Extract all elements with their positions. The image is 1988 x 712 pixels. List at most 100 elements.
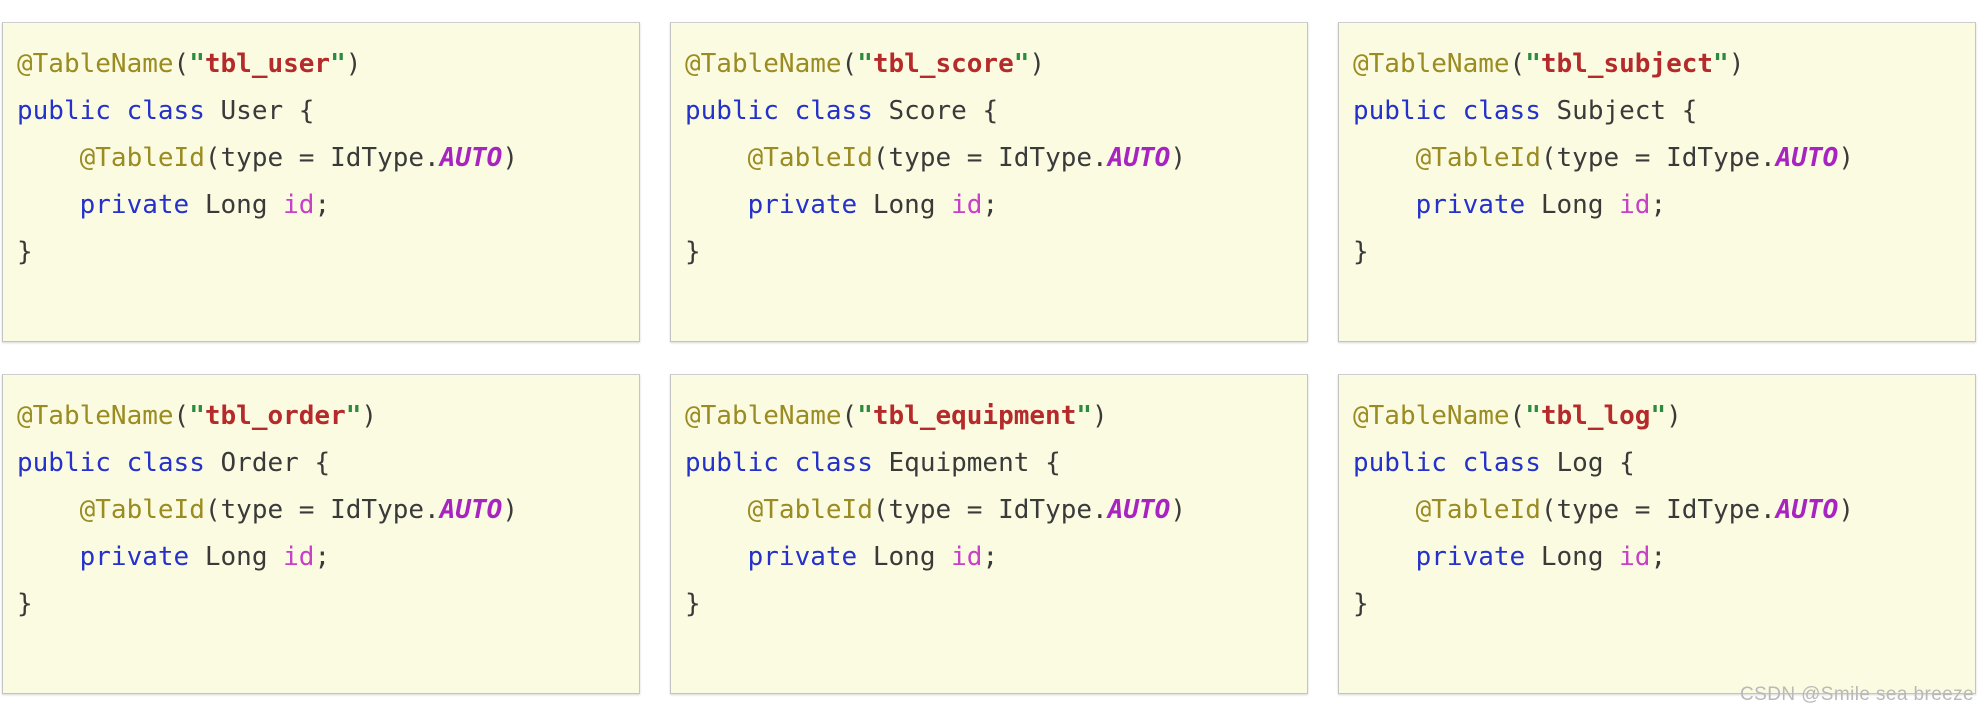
code-line-table-name-annotation: @TableName("tbl_log") xyxy=(1353,393,1961,440)
close-brace: } xyxy=(685,589,701,619)
keyword-private: private xyxy=(747,542,858,572)
open-paren: ( xyxy=(872,143,889,173)
field-type-value: Long xyxy=(204,190,268,220)
code-line-table-id-annotation: @TableId(type = IdType.AUTO) xyxy=(17,135,625,182)
keyword-private: private xyxy=(1415,542,1526,572)
equals-sign: = xyxy=(283,143,331,173)
quote-close: " xyxy=(330,49,346,79)
dot: . xyxy=(1760,495,1776,525)
open-paren: ( xyxy=(204,495,221,525)
semicolon: ; xyxy=(1650,190,1667,220)
code-line-field-declaration: private Long id; xyxy=(1353,534,1961,581)
code-line-class-declaration: public class Equipment { xyxy=(685,440,1293,487)
class-name-value: Log xyxy=(1556,448,1604,478)
keyword-class: class xyxy=(126,448,205,478)
close-brace: } xyxy=(1353,589,1369,619)
code-card-tbl-user: @TableName("tbl_user") public class User… xyxy=(2,22,640,342)
code-line-field-declaration: private Long id; xyxy=(1353,182,1961,229)
keyword-class: class xyxy=(1462,448,1541,478)
open-paren: ( xyxy=(173,401,190,431)
close-paren: ) xyxy=(502,143,518,173)
equals-sign: = xyxy=(283,495,331,525)
quote-close: " xyxy=(1013,49,1030,79)
class-name-value: Score xyxy=(888,96,967,126)
open-paren: ( xyxy=(204,143,221,173)
close-paren: ) xyxy=(502,495,518,525)
quote-open: " xyxy=(857,49,873,79)
open-paren: ( xyxy=(173,49,190,79)
keyword-class: class xyxy=(1462,96,1541,126)
code-line-class-declaration: public class Subject { xyxy=(1353,88,1961,135)
code-line-table-id-annotation: @TableId(type = IdType.AUTO) xyxy=(685,135,1293,182)
field-name-value: id xyxy=(283,542,315,572)
field-name-value: id xyxy=(283,190,315,220)
field-type-value: Long xyxy=(1540,190,1604,220)
annotation-name: @TableId xyxy=(79,143,205,173)
annotation-name: @TableId xyxy=(1415,143,1541,173)
code-line-field-declaration: private Long id; xyxy=(17,182,625,229)
keyword-public: public xyxy=(17,96,111,126)
quote-close: " xyxy=(1076,401,1093,431)
equals-sign: = xyxy=(951,495,999,525)
open-paren: ( xyxy=(1540,495,1557,525)
close-paren: ) xyxy=(1838,143,1854,173)
open-paren: ( xyxy=(1540,143,1557,173)
field-name-value: id xyxy=(1619,190,1651,220)
annotation-name: @TableId xyxy=(1415,495,1541,525)
table-name-value: tbl_order xyxy=(204,401,346,431)
equals-sign: = xyxy=(951,143,999,173)
keyword-public: public xyxy=(1353,96,1447,126)
quote-close: " xyxy=(1713,49,1729,79)
id-strategy-value: AUTO xyxy=(1107,143,1171,173)
annotation-name: @TableId xyxy=(747,143,873,173)
dot: . xyxy=(1092,495,1108,525)
code-line-class-declaration: public class User { xyxy=(17,88,625,135)
field-type-value: Long xyxy=(872,542,936,572)
quote-open: " xyxy=(189,49,205,79)
dot: . xyxy=(424,143,440,173)
code-line-table-name-annotation: @TableName("tbl_order") xyxy=(17,393,625,440)
close-brace: } xyxy=(685,237,701,267)
class-name-value: Equipment xyxy=(888,448,1030,478)
quote-close: " xyxy=(1650,401,1667,431)
close-paren: ) xyxy=(1170,495,1186,525)
annotation-name: @TableName xyxy=(1353,401,1510,431)
dot: . xyxy=(1092,143,1108,173)
quote-close: " xyxy=(345,401,362,431)
close-paren: ) xyxy=(1029,49,1046,79)
quote-open: " xyxy=(1525,49,1541,79)
open-brace: { xyxy=(314,448,331,478)
class-name-value: User xyxy=(220,96,284,126)
keyword-private: private xyxy=(747,190,858,220)
attribute-type: type xyxy=(1556,143,1620,173)
code-line-field-declaration: private Long id; xyxy=(17,534,625,581)
open-brace: { xyxy=(1681,96,1698,126)
code-line-closing-brace: } xyxy=(17,229,625,276)
annotation-name: @TableName xyxy=(685,49,842,79)
semicolon: ; xyxy=(314,190,331,220)
close-brace: } xyxy=(17,589,33,619)
annotation-name: @TableName xyxy=(17,49,174,79)
code-line-closing-brace: } xyxy=(685,229,1293,276)
id-strategy-value: AUTO xyxy=(439,495,503,525)
keyword-public: public xyxy=(17,448,111,478)
annotation-name: @TableName xyxy=(17,401,174,431)
quote-open: " xyxy=(1525,401,1541,431)
table-name-value: tbl_log xyxy=(1540,401,1651,431)
dot: . xyxy=(1760,143,1776,173)
code-card-grid: @TableName("tbl_user") public class User… xyxy=(0,22,1988,694)
